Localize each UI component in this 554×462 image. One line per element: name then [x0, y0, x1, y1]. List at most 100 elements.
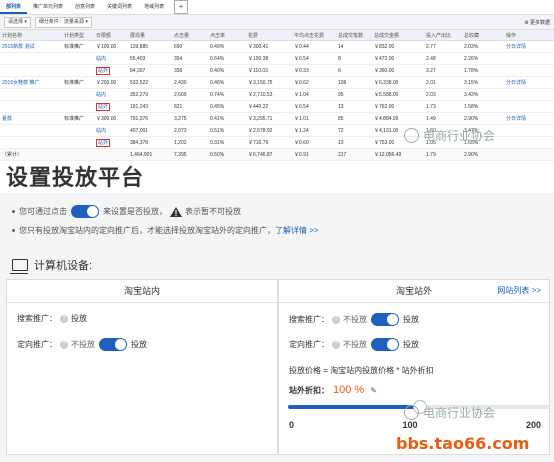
- example-toggle: [71, 205, 99, 218]
- orders-value: 108: [338, 79, 347, 86]
- tab-units[interactable]: 推广单元列表: [27, 0, 69, 14]
- col-impressions[interactable]: 展现量: [128, 30, 172, 41]
- col-name[interactable]: 计划名称: [0, 30, 62, 41]
- col-orders[interactable]: 总成交笔数: [336, 30, 372, 41]
- cpc-value: ￥0.62: [294, 80, 309, 86]
- bullet-icon: [12, 229, 15, 232]
- cell-op[interactable]: 分日详情: [504, 112, 554, 125]
- cell-cpc: ￥0.54: [292, 100, 336, 113]
- edit-icon[interactable]: ✎: [370, 386, 377, 395]
- tab-regions[interactable]: 地域列表: [138, 0, 170, 14]
- cell-cost: ￥110.03: [246, 64, 292, 77]
- cell-imp: 352,279: [128, 88, 172, 101]
- cell-imp: 791,376: [128, 112, 172, 125]
- help-icon[interactable]: ?: [332, 315, 340, 324]
- op-value: 分日详情: [506, 44, 527, 50]
- cell-orders: 108: [336, 76, 372, 89]
- ctr-value: 0.41%: [210, 115, 225, 122]
- cell-op[interactable]: 分日详情: [504, 40, 554, 53]
- help-icon[interactable]: ?: [60, 314, 68, 323]
- summary-row: （累计） 1,464,901 7,395 0.50% ￥6,746.87 ￥0.91 217…: [0, 148, 554, 161]
- col-cost[interactable]: 花费: [246, 30, 292, 41]
- cell-orders: 72: [336, 124, 372, 137]
- col-gmv[interactable]: 总成交金额: [372, 30, 424, 41]
- add-tab-icon[interactable]: +: [174, 0, 189, 14]
- col-roi[interactable]: 投入产出比: [424, 30, 462, 41]
- roi-value: 1.49: [426, 115, 436, 122]
- discount-label: 站外折扣：: [289, 385, 329, 395]
- name-value: 2015新款 测试: [2, 44, 35, 50]
- more-data-button[interactable]: ⚙ 更多数据: [524, 19, 550, 26]
- offsite-panel-title: 淘宝站外: [395, 286, 432, 296]
- cell-name[interactable]: 夏款: [0, 112, 62, 125]
- site-list-link[interactable]: 网站列表 >>: [497, 280, 541, 302]
- col-ctr[interactable]: 点击率: [208, 30, 246, 41]
- cell-name: [0, 136, 62, 149]
- cpc-value: ￥0.54: [294, 104, 309, 110]
- tab-creatives[interactable]: 创意列表: [69, 0, 101, 14]
- clk-value: 1,202: [174, 139, 187, 146]
- imp-value: 139,885: [130, 43, 149, 50]
- cell-imp: 181,243: [128, 100, 172, 113]
- name-value: 夏款: [2, 116, 13, 122]
- clk-value: 354: [174, 55, 183, 62]
- cell-cpc: ￥0.62: [292, 76, 336, 89]
- budget-value: ￥300.00: [96, 116, 117, 122]
- note-toggle: 您可通过点击 来设置是否投放， 表示暂不可投放: [12, 205, 241, 218]
- op-value: 分日详情: [506, 116, 527, 122]
- tab-bar: 部列表 推广单元列表 创意列表 关键词列表 地域列表 +: [0, 0, 554, 15]
- note-toggle-text-a: 您可通过点击: [19, 207, 67, 216]
- orders-value: 72: [338, 127, 344, 134]
- col-type[interactable]: 计划类型: [62, 30, 94, 41]
- cell-budget: 站内: [94, 88, 128, 101]
- cost-value: ￥440.22: [248, 104, 269, 110]
- help-icon[interactable]: ?: [332, 340, 340, 349]
- cell-type: [62, 100, 94, 113]
- col-budget[interactable]: 日限额: [94, 30, 128, 41]
- tab-plans[interactable]: 部列表: [0, 0, 28, 14]
- clk-value: 821: [174, 103, 183, 110]
- orders-value: 6: [338, 67, 341, 74]
- cell-name[interactable]: 2015女鞋款 推广: [0, 76, 62, 89]
- col-cpc[interactable]: 平均点击花费: [292, 30, 336, 41]
- clk-value: 2,609: [174, 91, 187, 98]
- cell-cost: ￥716.79: [246, 136, 292, 149]
- cell-name[interactable]: 2015新款 测试: [0, 40, 62, 53]
- col-fav[interactable]: 总收藏: [462, 30, 504, 41]
- placement-label: 站内: [96, 128, 107, 134]
- discount-value: 100 %: [333, 384, 365, 396]
- cell-op: [504, 52, 554, 65]
- offsite-search-toggle[interactable]: [371, 313, 399, 326]
- onsite-target-toggle[interactable]: [99, 338, 127, 351]
- cell-cpc: ￥1.04: [292, 88, 336, 101]
- watermark-logo-icon: [404, 405, 419, 420]
- learn-more-link[interactable]: 了解详情 >>: [275, 225, 319, 236]
- filter-select[interactable]: 请选择 ▾: [4, 16, 31, 28]
- help-icon[interactable]: ?: [60, 340, 68, 349]
- fav-value: 3.43%: [464, 91, 479, 98]
- cell-cpc: ￥1.24: [292, 124, 336, 137]
- watermark: 电商行业协会: [404, 404, 495, 421]
- cell-op: [504, 88, 554, 101]
- orders-value: 85: [338, 115, 344, 122]
- cell-gmv: ￥6,338.00: [372, 76, 424, 89]
- summary-imp: 1,464,901: [128, 148, 172, 161]
- more-data-label: 更多数据: [529, 19, 550, 26]
- ctr-value: 0.31%: [210, 139, 225, 146]
- offsite-target-toggle[interactable]: [371, 338, 399, 351]
- summary-orders: 217: [336, 148, 372, 161]
- cell-orders: 6: [336, 64, 372, 77]
- fav-value: 2.90%: [464, 115, 479, 122]
- watermark-text: 电商行业协会: [423, 406, 496, 420]
- filter-select-value: 请选择: [8, 18, 24, 25]
- gmv-value: ￥472.00: [374, 56, 395, 62]
- scale-min: 0: [289, 420, 295, 430]
- segment-select[interactable]: 细分条件：流量来源 ▾: [34, 16, 92, 28]
- cell-op[interactable]: 分日详情: [504, 76, 554, 89]
- cell-ctr: 0.74%: [208, 88, 246, 101]
- cell-imp: 533,522: [128, 76, 172, 89]
- col-clicks[interactable]: 点击量: [172, 30, 208, 41]
- tab-keywords[interactable]: 关键词列表: [101, 0, 138, 14]
- cell-orders: 85: [336, 112, 372, 125]
- cell-op: [504, 136, 554, 149]
